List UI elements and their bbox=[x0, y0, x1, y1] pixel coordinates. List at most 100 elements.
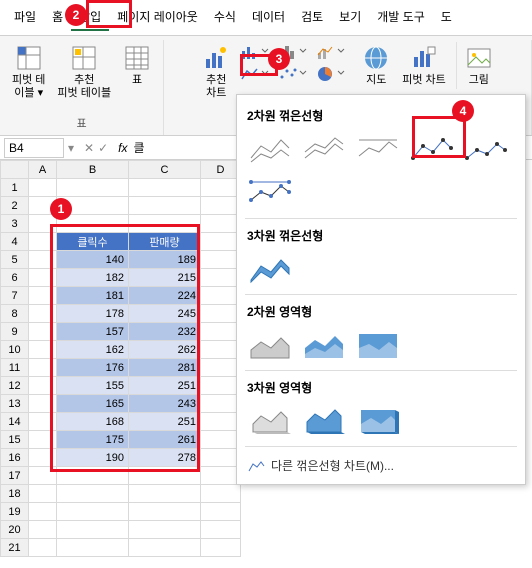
cell[interactable] bbox=[29, 359, 57, 377]
col-header-c[interactable]: C bbox=[129, 161, 201, 179]
line-chart-dropdown[interactable] bbox=[240, 64, 274, 84]
row-header[interactable]: 18 bbox=[1, 485, 29, 503]
cell[interactable] bbox=[129, 179, 201, 197]
cell[interactable] bbox=[29, 179, 57, 197]
cell[interactable]: 278 bbox=[129, 449, 201, 467]
cell[interactable] bbox=[201, 233, 241, 251]
area-chart-stacked[interactable] bbox=[299, 326, 349, 364]
cell[interactable] bbox=[29, 467, 57, 485]
cell[interactable] bbox=[29, 377, 57, 395]
map-button[interactable]: 지도 bbox=[360, 42, 392, 89]
area-chart-100stacked[interactable] bbox=[353, 326, 403, 364]
row-header[interactable]: 15 bbox=[1, 431, 29, 449]
menu-layout[interactable]: 페이지 레이아웃 bbox=[109, 4, 206, 31]
row-header[interactable]: 5 bbox=[1, 251, 29, 269]
table-button[interactable]: 표 bbox=[121, 42, 153, 89]
cell[interactable] bbox=[201, 413, 241, 431]
cell[interactable] bbox=[57, 485, 129, 503]
line-chart-stacked-markers[interactable] bbox=[461, 130, 511, 168]
cell[interactable] bbox=[201, 431, 241, 449]
cell[interactable] bbox=[29, 305, 57, 323]
row-header[interactable]: 13 bbox=[1, 395, 29, 413]
col-header-a[interactable]: A bbox=[29, 161, 57, 179]
area-chart-3d-stacked[interactable] bbox=[299, 402, 349, 440]
cell[interactable] bbox=[201, 485, 241, 503]
row-header[interactable]: 20 bbox=[1, 521, 29, 539]
row-header[interactable]: 1 bbox=[1, 179, 29, 197]
cell[interactable]: 165 bbox=[57, 395, 129, 413]
line-chart-100stacked[interactable] bbox=[353, 130, 403, 168]
cell[interactable] bbox=[29, 449, 57, 467]
row-header[interactable]: 2 bbox=[1, 197, 29, 215]
row-header[interactable]: 8 bbox=[1, 305, 29, 323]
cell[interactable]: 232 bbox=[129, 323, 201, 341]
cell[interactable]: 175 bbox=[57, 431, 129, 449]
cell[interactable]: 157 bbox=[57, 323, 129, 341]
cell[interactable] bbox=[29, 215, 57, 233]
cell[interactable] bbox=[201, 359, 241, 377]
cell[interactable]: 245 bbox=[129, 305, 201, 323]
line-chart-markers[interactable] bbox=[407, 130, 457, 168]
cell[interactable] bbox=[29, 485, 57, 503]
cell[interactable] bbox=[129, 467, 201, 485]
cell[interactable] bbox=[201, 539, 241, 557]
cell[interactable] bbox=[29, 251, 57, 269]
cell[interactable] bbox=[57, 539, 129, 557]
cell[interactable]: 155 bbox=[57, 377, 129, 395]
cell[interactable] bbox=[29, 539, 57, 557]
cell[interactable]: 162 bbox=[57, 341, 129, 359]
fx-buttons[interactable]: ✕ ✓ bbox=[78, 141, 114, 155]
cell[interactable] bbox=[57, 179, 129, 197]
cell[interactable] bbox=[201, 467, 241, 485]
cell[interactable] bbox=[57, 503, 129, 521]
cell[interactable]: 189 bbox=[129, 251, 201, 269]
cell[interactable] bbox=[129, 503, 201, 521]
row-header[interactable]: 10 bbox=[1, 341, 29, 359]
combo-chart-dropdown[interactable] bbox=[316, 42, 350, 62]
recommended-chart-button[interactable]: 추천 차트 bbox=[200, 42, 232, 102]
row-header[interactable]: 14 bbox=[1, 413, 29, 431]
cell[interactable] bbox=[57, 197, 129, 215]
cell[interactable] bbox=[201, 521, 241, 539]
cell[interactable] bbox=[29, 431, 57, 449]
cell[interactable]: 클릭수 bbox=[57, 233, 129, 251]
cell[interactable]: 140 bbox=[57, 251, 129, 269]
menu-view[interactable]: 보기 bbox=[331, 4, 369, 31]
col-header-b[interactable]: B bbox=[57, 161, 129, 179]
cell[interactable] bbox=[29, 197, 57, 215]
hist-chart-dropdown[interactable] bbox=[278, 42, 312, 62]
cell[interactable] bbox=[57, 521, 129, 539]
cell[interactable] bbox=[129, 539, 201, 557]
cell[interactable] bbox=[29, 521, 57, 539]
cell[interactable] bbox=[201, 215, 241, 233]
area-chart-basic[interactable] bbox=[245, 326, 295, 364]
row-header[interactable]: 19 bbox=[1, 503, 29, 521]
cell[interactable] bbox=[29, 413, 57, 431]
cell[interactable] bbox=[57, 215, 129, 233]
row-header[interactable]: 6 bbox=[1, 269, 29, 287]
row-header[interactable]: 12 bbox=[1, 377, 29, 395]
menu-data[interactable]: 데이터 bbox=[244, 4, 293, 31]
cell[interactable]: 178 bbox=[57, 305, 129, 323]
cell[interactable]: 243 bbox=[129, 395, 201, 413]
row-header[interactable]: 3 bbox=[1, 215, 29, 233]
cell[interactable]: 182 bbox=[57, 269, 129, 287]
pie-chart-dropdown[interactable] bbox=[316, 64, 350, 84]
cell[interactable] bbox=[29, 395, 57, 413]
cell[interactable] bbox=[201, 323, 241, 341]
area-chart-3d-100stacked[interactable] bbox=[353, 402, 403, 440]
menu-home[interactable]: 홈 bbox=[44, 4, 71, 31]
cell[interactable] bbox=[57, 467, 129, 485]
cell[interactable] bbox=[201, 179, 241, 197]
cell[interactable] bbox=[129, 197, 201, 215]
cell[interactable] bbox=[201, 251, 241, 269]
row-header[interactable]: 9 bbox=[1, 323, 29, 341]
cell[interactable]: 262 bbox=[129, 341, 201, 359]
name-box[interactable]: B4 bbox=[4, 138, 64, 158]
area-chart-3d[interactable] bbox=[245, 402, 295, 440]
cancel-icon[interactable]: ✕ bbox=[84, 141, 94, 155]
cell[interactable] bbox=[129, 521, 201, 539]
row-header[interactable]: 11 bbox=[1, 359, 29, 377]
menu-review[interactable]: 검토 bbox=[293, 4, 331, 31]
menu-file[interactable]: 파일 bbox=[6, 4, 44, 31]
